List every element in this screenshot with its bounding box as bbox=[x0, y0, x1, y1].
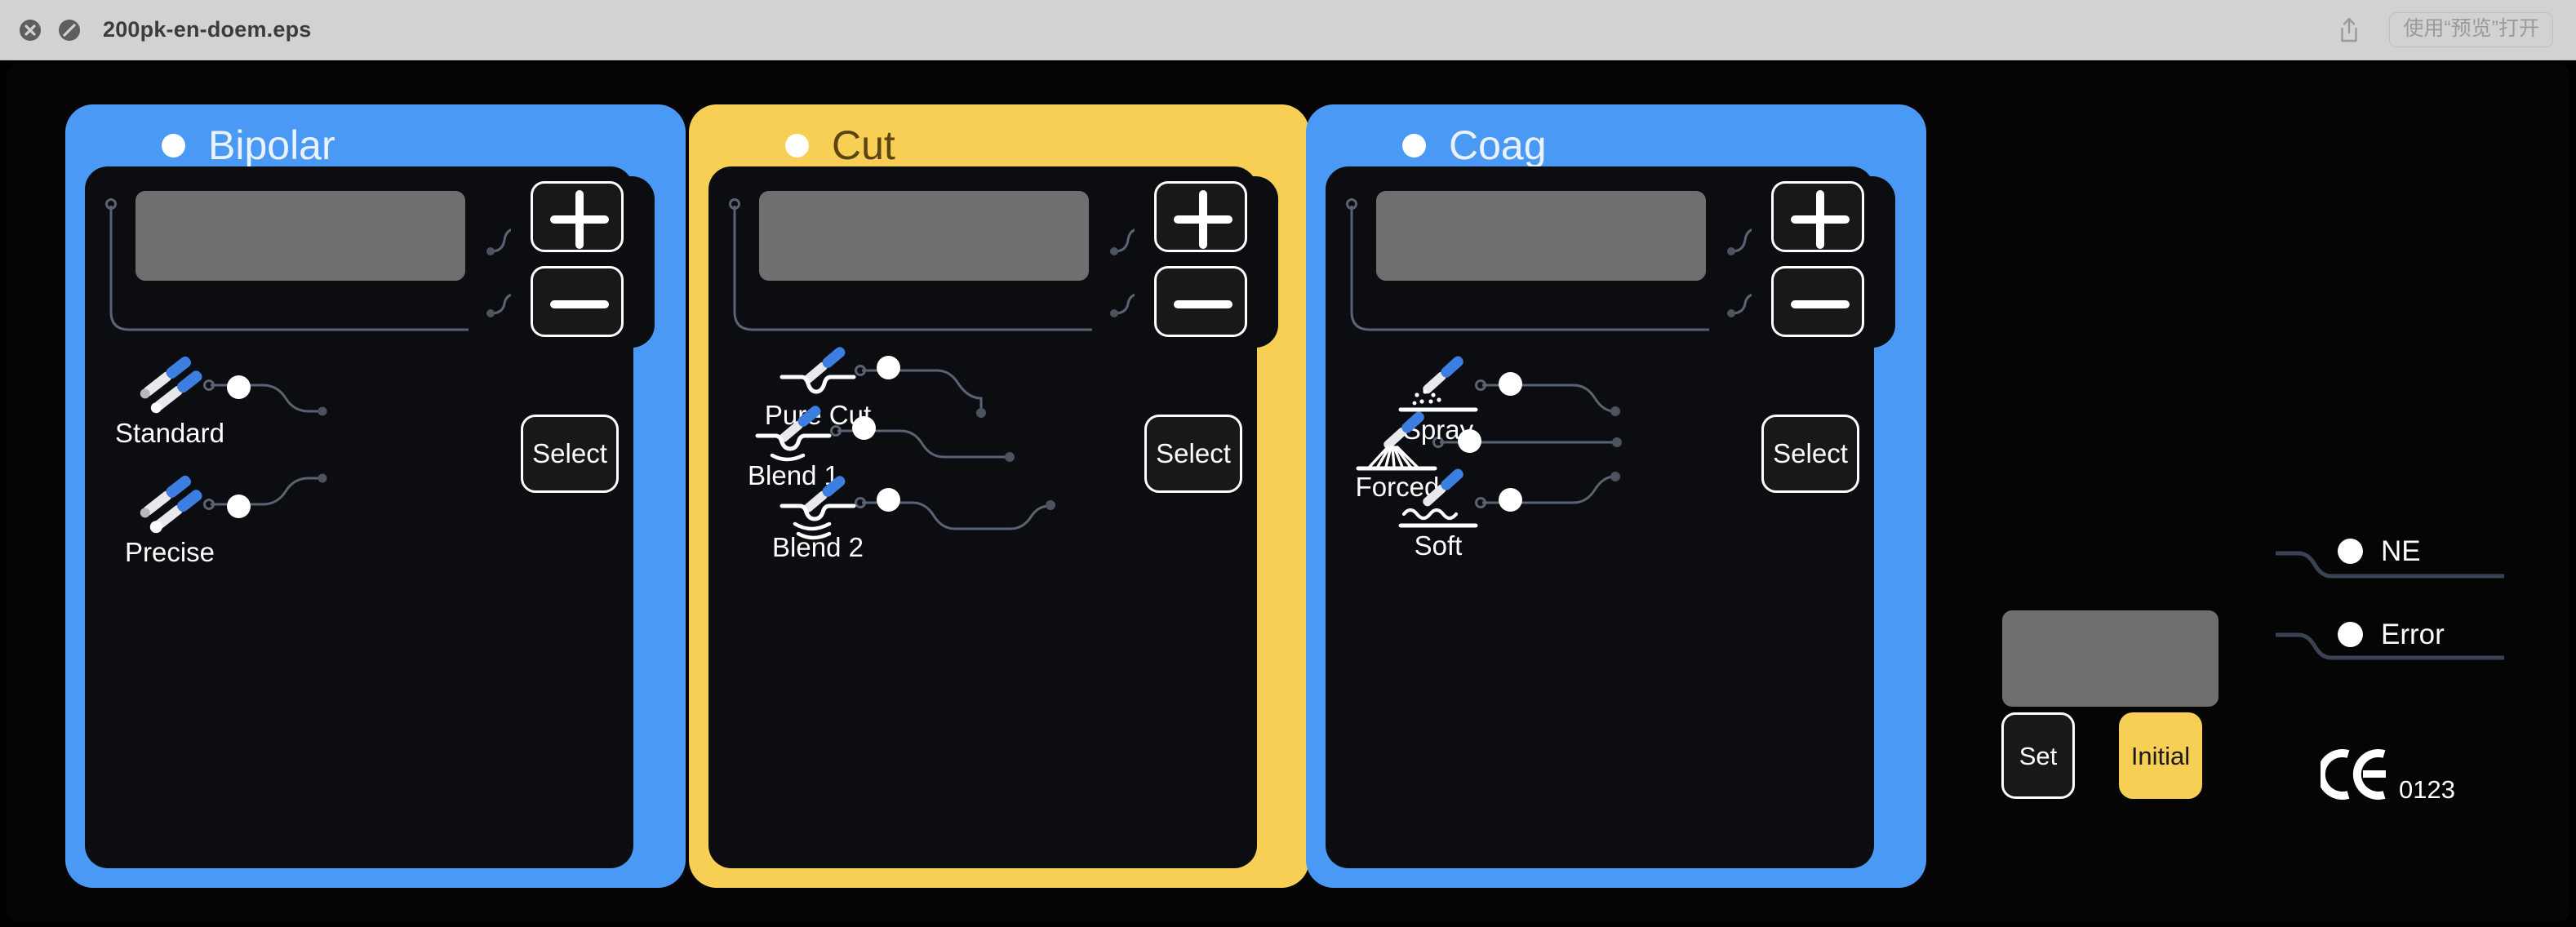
bipolar-adjust-cluster bbox=[511, 176, 655, 348]
indicator-error: Error bbox=[2338, 620, 2445, 649]
coag-mode-soft-label: Soft bbox=[1414, 530, 1463, 561]
bipolar-select-button[interactable]: Select bbox=[521, 415, 619, 493]
panel-body-bipolar: Standard Precise Select bbox=[85, 166, 655, 868]
coag-select-button[interactable]: Select bbox=[1761, 415, 1859, 493]
cut-decrease-button[interactable] bbox=[1154, 266, 1247, 337]
ce-notified-body-number: 0123 bbox=[2399, 775, 2455, 804]
bipolar-decrease-button[interactable] bbox=[531, 266, 624, 337]
coag-mode-forced-led bbox=[1458, 429, 1481, 453]
panel-title-cut: Cut bbox=[832, 122, 895, 168]
set-button[interactable]: Set bbox=[2001, 712, 2075, 799]
ce-mark: 0123 bbox=[2316, 749, 2455, 804]
panel-body-coag: Spray Forced Soft Select bbox=[1326, 166, 1895, 868]
bipolar-mode-precise-label: Precise bbox=[124, 537, 215, 567]
open-with-preview-button[interactable]: 使用“预览”打开 bbox=[2389, 12, 2553, 47]
device-front-panel: Bipolar Standard Precise Select Cut Pure… bbox=[7, 64, 2569, 922]
coag-decrease-button[interactable] bbox=[1771, 266, 1864, 337]
panel-title-bipolar: Bipolar bbox=[208, 122, 335, 168]
share-icon[interactable] bbox=[2337, 16, 2361, 44]
error-led bbox=[2338, 622, 2363, 647]
cut-mode-blend-2-led bbox=[877, 488, 900, 512]
cut-mode-blend-2[interactable]: Blend 2 bbox=[772, 462, 900, 561]
bipolar-increase-button[interactable] bbox=[531, 181, 624, 252]
ne-label: NE bbox=[2381, 535, 2421, 567]
ce-mark-icon bbox=[2316, 749, 2392, 804]
bipolar-mode-precise[interactable]: Precise bbox=[124, 467, 251, 566]
cut-increase-button[interactable] bbox=[1154, 181, 1247, 252]
bipolar-mode-standard[interactable]: Standard bbox=[115, 348, 251, 446]
coag-display bbox=[1376, 191, 1706, 281]
cut-status-led bbox=[785, 133, 809, 157]
electrode-soft-icon bbox=[1392, 460, 1484, 539]
bipolar-mode-precise-led bbox=[227, 495, 251, 518]
bipolar-forceps-icon bbox=[124, 348, 215, 426]
electrode-blend1-icon bbox=[748, 390, 839, 468]
channel-panel-cut: Cut Pure Cut Blend 1 Blend 2 Select bbox=[689, 104, 1309, 888]
panel-title-coag: Coag bbox=[1449, 122, 1547, 168]
window-title-bar: 200pk-en-doem.eps 使用“预览”打开 bbox=[0, 0, 2576, 60]
coag-increase-button[interactable] bbox=[1771, 181, 1864, 252]
indicator-ne: NE bbox=[2338, 537, 2421, 566]
no-entry-icon[interactable] bbox=[57, 18, 82, 42]
coag-mode-soft-led bbox=[1499, 488, 1522, 512]
cut-mode-pure-cut-led bbox=[877, 356, 900, 379]
coag-mode-soft[interactable]: Soft bbox=[1392, 460, 1522, 559]
cut-mode-blend-1[interactable]: Blend 1 bbox=[748, 390, 876, 489]
bipolar-status-led bbox=[162, 133, 185, 157]
window-filename: 200pk-en-doem.eps bbox=[103, 17, 312, 42]
cut-mode-blend-2-label: Blend 2 bbox=[772, 532, 864, 562]
initial-button[interactable]: Initial bbox=[2119, 712, 2202, 799]
electrode-blend2-icon bbox=[772, 462, 864, 540]
cut-adjust-cluster bbox=[1135, 176, 1278, 348]
bipolar-mode-standard-led bbox=[227, 375, 251, 399]
bipolar-mode-standard-label: Standard bbox=[115, 418, 224, 448]
error-label: Error bbox=[2381, 619, 2445, 650]
cut-mode-blend-1-led bbox=[852, 416, 876, 440]
panel-body-cut: Pure Cut Blend 1 Blend 2 Select bbox=[708, 166, 1278, 868]
coag-status-led bbox=[1402, 133, 1426, 157]
cut-display bbox=[759, 191, 1089, 281]
coag-adjust-cluster bbox=[1752, 176, 1895, 348]
bipolar-display bbox=[135, 191, 465, 281]
channel-panel-bipolar: Bipolar Standard Precise Select bbox=[65, 104, 686, 888]
cut-select-button[interactable]: Select bbox=[1144, 415, 1242, 493]
channel-panel-coag: Coag Spray Forced Soft Select bbox=[1306, 104, 1926, 888]
status-module: NE Error Set Initial 0123 bbox=[1933, 64, 2553, 920]
status-display bbox=[2002, 610, 2218, 707]
ne-led bbox=[2338, 539, 2363, 564]
close-circle-icon[interactable] bbox=[18, 18, 42, 42]
bipolar-forceps-precise-icon bbox=[124, 467, 215, 545]
coag-mode-spray-led bbox=[1499, 372, 1522, 396]
